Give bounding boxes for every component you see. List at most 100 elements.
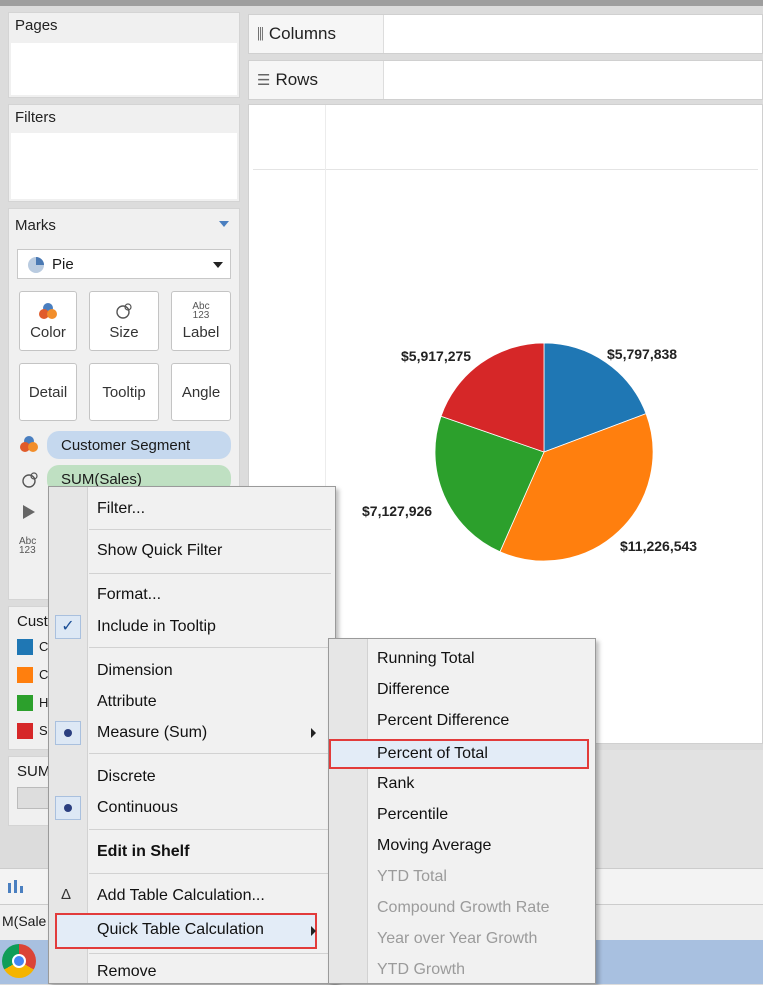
submenu-item-compound-growth-rate[interactable]: Compound Growth Rate <box>329 894 595 922</box>
submenu-item-moving-average[interactable]: Moving Average <box>329 832 595 860</box>
submenu-item-difference[interactable]: Difference <box>329 676 595 704</box>
legend-swatch-4[interactable] <box>17 723 33 739</box>
legend-item-2: C <box>39 667 49 682</box>
pie-label-1: $5,797,838 <box>607 346 678 362</box>
radio-selected-icon <box>55 796 81 820</box>
menu-separator <box>89 647 331 648</box>
menu-item-add-table-calculation[interactable]: Δ Add Table Calculation... <box>49 882 335 910</box>
submenu-arrow-icon <box>311 926 316 936</box>
pie-label-4: $5,917,275 <box>401 348 472 364</box>
tooltip-button[interactable]: Tooltip <box>89 363 159 421</box>
legend-item-1: C <box>39 639 49 654</box>
filters-drop-area[interactable] <box>11 133 237 199</box>
submenu-item-percent-difference[interactable]: Percent Difference <box>329 707 595 735</box>
menu-separator <box>89 573 331 574</box>
pages-card: Pages <box>8 12 240 98</box>
submenu-item-ytd-total[interactable]: YTD Total <box>329 863 595 891</box>
legend-swatch-1[interactable] <box>17 639 33 655</box>
sum-sales-pill-label: SUM(Sales) <box>61 470 142 488</box>
size-icon <box>116 302 132 319</box>
legend-title: Cust <box>17 613 48 630</box>
menu-item-remove[interactable]: Remove <box>49 959 335 985</box>
color-encoding-icon <box>20 436 38 452</box>
label-button-label: Label <box>182 323 220 341</box>
menu-item-show-quick-filter[interactable]: Show Quick Filter <box>49 537 335 565</box>
pill-context-menu: Filter... Show Quick Filter Format... ✓ … <box>48 486 336 984</box>
label-encoding-icon: Abc 123 <box>19 536 37 556</box>
sheet-tab-partial[interactable]: M(Sale <box>2 913 46 929</box>
menu-separator <box>89 829 331 830</box>
marks-title: Marks <box>15 217 56 234</box>
rows-drop-area[interactable] <box>383 61 762 99</box>
pie-label-3: $7,127,926 <box>362 503 433 519</box>
menu-item-measure[interactable]: Measure (Sum) <box>49 719 335 747</box>
menu-item-attribute[interactable]: Attribute <box>49 688 335 716</box>
menu-item-include-in-tooltip[interactable]: ✓ Include in Tooltip <box>49 613 335 641</box>
pages-drop-area[interactable] <box>11 43 237 95</box>
submenu-item-ytd-growth[interactable]: YTD Growth <box>329 956 595 984</box>
columns-shelf: ⫼ Columns <box>248 14 763 54</box>
submenu-arrow-icon <box>311 728 316 738</box>
menu-separator <box>89 753 331 754</box>
color-button[interactable]: Color <box>19 291 77 351</box>
menu-item-format[interactable]: Format... <box>49 581 335 609</box>
angle-button-label: Angle <box>181 383 221 401</box>
rows-shelf: ☰ Rows <box>248 60 763 100</box>
menu-item-edit-in-shelf[interactable]: Edit in Shelf <box>49 838 335 866</box>
angle-encoding-icon <box>22 472 38 488</box>
new-sheet-icon[interactable] <box>6 877 28 897</box>
delta-icon: Δ <box>61 886 72 903</box>
top-border <box>0 0 763 6</box>
detail-button[interactable]: Detail <box>19 363 77 421</box>
color-icon <box>39 302 57 319</box>
menu-item-quick-table-calculation[interactable]: Quick Table Calculation <box>49 913 335 949</box>
sum-card-title: SUM <box>17 763 51 780</box>
menu-item-filter[interactable]: Filter... <box>49 495 335 523</box>
submenu-item-running-total[interactable]: Running Total <box>329 645 595 673</box>
pie-icon <box>28 257 44 273</box>
menu-item-continuous[interactable]: Continuous <box>49 794 335 822</box>
legend-item-3: H <box>39 695 49 710</box>
chrome-icon[interactable] <box>2 944 36 978</box>
checkmark-icon: ✓ <box>55 615 81 639</box>
submenu-item-year-over-year-growth[interactable]: Year over Year Growth <box>329 925 595 953</box>
columns-drop-area[interactable] <box>383 15 762 53</box>
menu-separator <box>89 529 331 530</box>
submenu-item-percent-of-total[interactable]: Percent of Total <box>329 739 595 769</box>
size-button[interactable]: Size <box>89 291 159 351</box>
mark-type-dropdown[interactable]: Pie <box>17 249 231 279</box>
legend-swatch-3[interactable] <box>17 695 33 711</box>
rows-icon: ☰ <box>257 72 271 89</box>
radio-selected-icon <box>55 721 81 745</box>
legend-item-4: S <box>39 723 48 738</box>
customer-segment-pill-label: Customer Segment <box>61 436 191 454</box>
size-button-label: Size <box>109 323 139 341</box>
legend-swatch-2[interactable] <box>17 667 33 683</box>
pages-title: Pages <box>15 17 58 34</box>
label-text-icon: Abc 123 <box>192 300 210 321</box>
rows-shelf-label: ☰ Rows <box>257 61 387 99</box>
columns-icon: ⫼ <box>257 25 264 43</box>
label-button[interactable]: Abc 123 Label <box>171 291 231 351</box>
filters-title: Filters <box>15 109 56 126</box>
menu-separator <box>89 953 331 954</box>
customer-segment-pill[interactable]: Customer Segment <box>47 431 231 459</box>
quick-table-calc-submenu: Running Total Difference Percent Differe… <box>328 638 596 984</box>
pie-label-2: $11,226,543 <box>620 538 698 554</box>
submenu-item-percentile[interactable]: Percentile <box>329 801 595 829</box>
submenu-item-rank[interactable]: Rank <box>329 770 595 798</box>
mark-type-value: Pie <box>52 256 74 273</box>
chevron-down-icon <box>213 262 223 268</box>
menu-item-discrete[interactable]: Discrete <box>49 763 335 791</box>
filters-card: Filters <box>8 104 240 202</box>
columns-label: Columns <box>268 24 336 43</box>
angle-button[interactable]: Angle <box>171 363 231 421</box>
tooltip-encoding-icon <box>23 505 35 519</box>
marks-menu-icon[interactable] <box>219 221 229 227</box>
menu-separator <box>89 873 331 874</box>
rows-label: Rows <box>275 70 318 89</box>
color-button-label: Color <box>30 323 66 341</box>
menu-item-dimension[interactable]: Dimension <box>49 657 335 685</box>
tooltip-button-label: Tooltip <box>102 383 146 401</box>
columns-shelf-label: ⫼ Columns <box>257 15 387 53</box>
